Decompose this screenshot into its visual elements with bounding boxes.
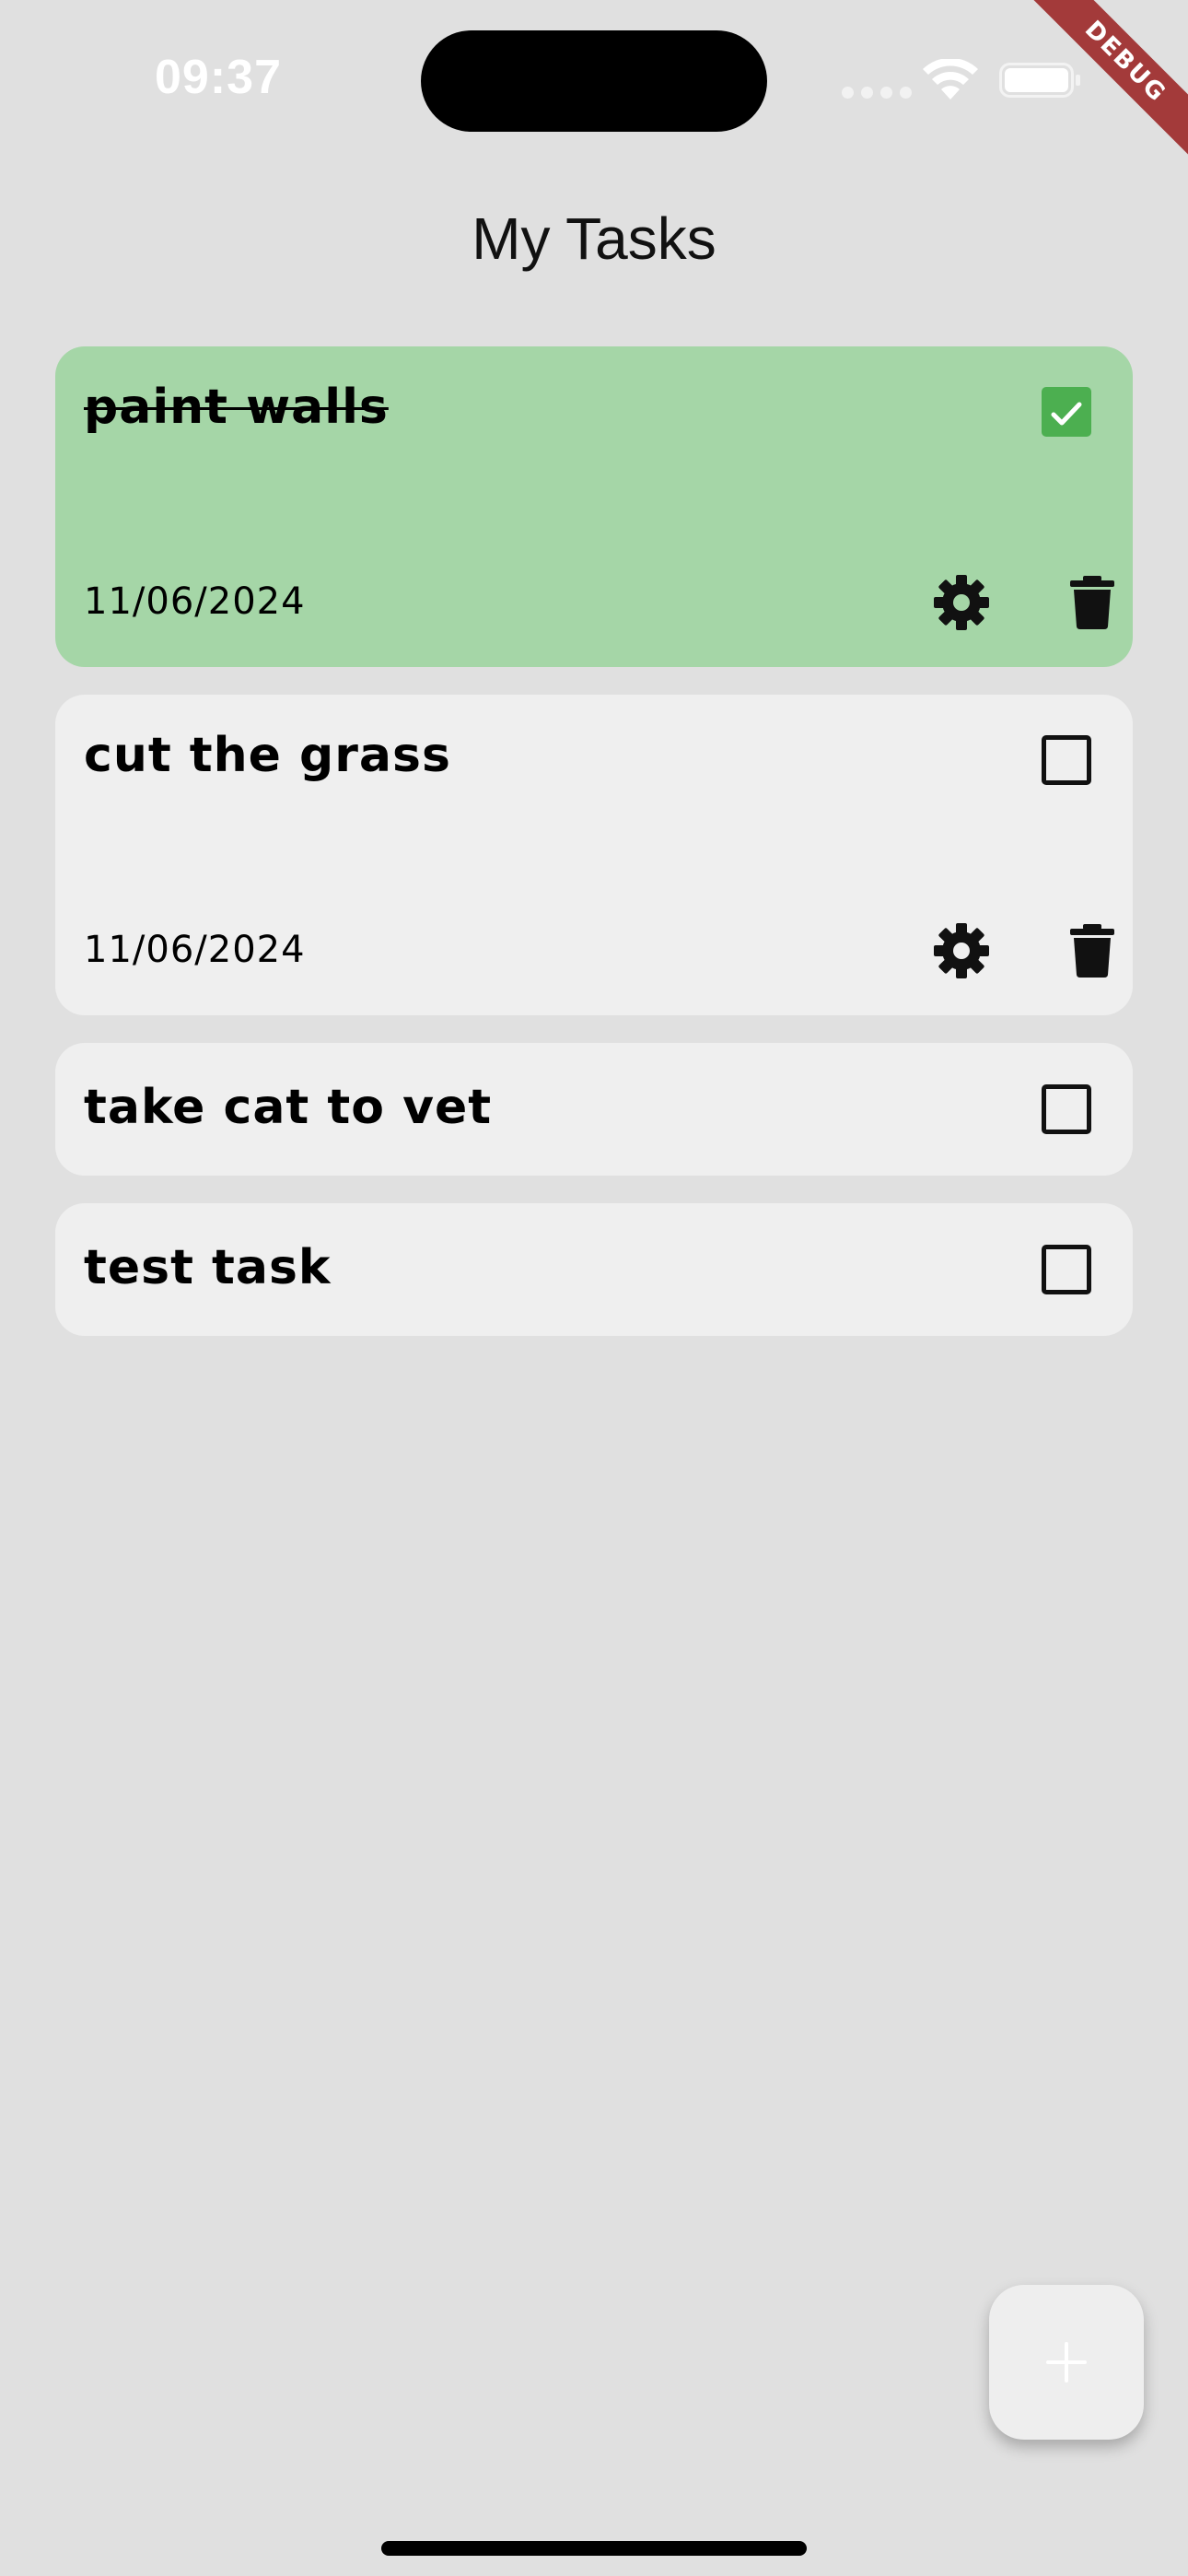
task-checkbox[interactable]	[1042, 1084, 1091, 1134]
home-indicator[interactable]	[381, 2541, 807, 2556]
task-title: cut the grass	[84, 728, 451, 783]
debug-banner: DEBUG	[1031, 0, 1188, 156]
task-list: paint walls 11/06/2024 cut the grass 11/…	[55, 346, 1133, 1364]
task-card[interactable]: paint walls 11/06/2024	[55, 346, 1133, 667]
task-checkbox[interactable]	[1042, 1245, 1091, 1294]
task-title: paint walls	[84, 380, 389, 435]
task-checkbox[interactable]	[1042, 735, 1091, 785]
task-card[interactable]: cut the grass 11/06/2024	[55, 695, 1133, 1015]
task-date: 11/06/2024	[84, 929, 306, 971]
task-title: take cat to vet	[84, 1080, 493, 1135]
status-time: 09:37	[155, 51, 282, 104]
debug-banner-container: DEBUG	[1004, 0, 1188, 184]
add-task-button[interactable]	[989, 2285, 1144, 2440]
dynamic-island	[421, 30, 767, 132]
task-checkbox[interactable]	[1042, 387, 1091, 437]
task-card[interactable]: test task	[55, 1203, 1133, 1336]
check-icon	[1051, 402, 1082, 426]
task-date: 11/06/2024	[84, 580, 306, 623]
trash-icon[interactable]	[1065, 923, 1120, 978]
wifi-icon	[923, 59, 978, 100]
cellular-signal-icon	[842, 87, 912, 99]
task-card[interactable]: take cat to vet	[55, 1043, 1133, 1176]
gear-icon[interactable]	[932, 573, 991, 632]
plus-icon	[1046, 2342, 1087, 2383]
trash-icon[interactable]	[1065, 575, 1120, 630]
task-title: test task	[84, 1240, 332, 1295]
page-title: My Tasks	[472, 205, 716, 272]
gear-icon[interactable]	[932, 921, 991, 980]
